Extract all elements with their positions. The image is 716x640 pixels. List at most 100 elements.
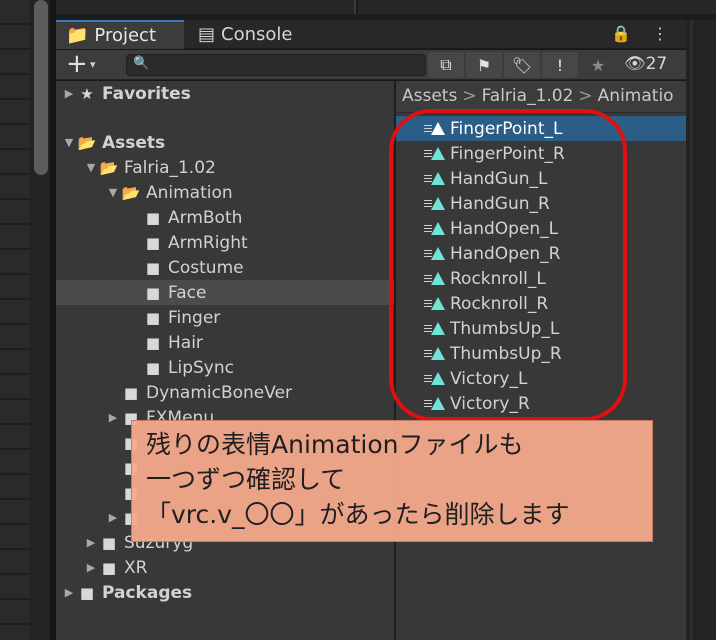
tab-project[interactable]: 📁 Project: [56, 20, 184, 49]
tab-project-label: Project: [94, 25, 157, 46]
animation-clip-icon: [424, 221, 450, 237]
file-item[interactable]: HandGun_L: [396, 166, 686, 191]
top-panel-strip: [56, 0, 716, 20]
tree-item[interactable]: ▶ ■ Packages: [56, 580, 394, 605]
tab-tools[interactable]: 🔒 ⋮: [611, 24, 676, 43]
breadcrumb-item[interactable]: Animatio: [598, 86, 674, 106]
file-item[interactable]: ThumbsUp_R: [396, 341, 686, 366]
left-panel-strip: [0, 0, 56, 640]
tab-bar: 📁 Project ▤ Console 🔒 ⋮: [56, 20, 686, 49]
tree-item[interactable]: ▶ ■ XR: [56, 555, 394, 580]
animation-clip-icon: [424, 321, 450, 337]
tree-item-label: Costume: [168, 257, 244, 278]
folder-icon: ■: [123, 383, 139, 402]
top-panel-segment: [56, 0, 356, 14]
tree-item[interactable]: ▼ 📂 Assets: [56, 130, 394, 155]
filter-by-log-button[interactable]: !: [542, 52, 578, 78]
file-item[interactable]: Victory_L: [396, 366, 686, 391]
left-panel-cells: [0, 0, 30, 640]
chevron-down-icon[interactable]: ▼: [62, 136, 76, 149]
favorite-star-button[interactable]: ★: [580, 52, 616, 78]
file-item[interactable]: FingerPoint_R: [396, 141, 686, 166]
folder-icon: 📂: [77, 133, 97, 152]
tree-item-label: Hair: [168, 332, 203, 353]
file-item-label: Victory_L: [450, 368, 528, 389]
tree-item[interactable]: ■ LipSync: [56, 355, 394, 380]
breadcrumb-item[interactable]: Falria_1.02: [482, 86, 574, 106]
chevron-down-icon[interactable]: ▾: [90, 58, 96, 71]
file-item[interactable]: Rocknroll_L: [396, 266, 686, 291]
animation-clip-icon-triangle: [431, 371, 445, 385]
chevron-right-icon[interactable]: ▶: [84, 536, 98, 549]
search-icon: 🔍: [133, 56, 150, 71]
breadcrumb-item[interactable]: Assets: [402, 86, 457, 106]
file-list-pane: Assets > Falria_1.02 > Animatio FingerPoint_…: [396, 81, 686, 640]
folder-icon: ■: [145, 333, 161, 352]
tree-item[interactable]: ■ Finger: [56, 305, 394, 330]
tree-item[interactable]: ▼ 📂 Falria_1.02: [56, 155, 394, 180]
tab-console[interactable]: ▤ Console: [188, 20, 302, 49]
right-panel-strip: [686, 20, 716, 640]
chevron-down-icon[interactable]: ▼: [84, 161, 98, 174]
animation-clip-icon-triangle: [431, 171, 445, 185]
chevron-right-icon[interactable]: ▶: [84, 561, 98, 574]
breadcrumb-separator: >: [578, 86, 593, 106]
annotation-box: 残りの表情Animationファイルも 一つずつ確認して 「vrc.v_〇〇」が…: [131, 420, 653, 542]
folder-icon: ■: [145, 208, 161, 227]
file-item[interactable]: Rocknroll_R: [396, 291, 686, 316]
breadcrumb: Assets > Falria_1.02 > Animatio: [396, 81, 686, 113]
file-item[interactable]: FingerPoint_L: [396, 116, 686, 141]
folder-tree: ▶ ★ Favorites ▼ 📂 Assets ▼ 📂 Falria_1.02 ▼ 📂 Animat…: [56, 81, 394, 640]
chevron-right-icon[interactable]: ▶: [106, 511, 120, 524]
animation-clip-icon: [424, 296, 450, 312]
animation-clip-icon: [424, 121, 450, 137]
animation-clip-icon-triangle: [431, 221, 445, 235]
tree-item[interactable]: ■ Costume: [56, 255, 394, 280]
hidden-packages-count[interactable]: 👁27: [624, 54, 667, 74]
tree-item-label: Face: [168, 282, 207, 303]
file-item-label: Rocknroll_R: [450, 293, 549, 314]
file-item[interactable]: HandOpen_R: [396, 241, 686, 266]
file-item[interactable]: HandGun_R: [396, 191, 686, 216]
tree-item[interactable]: ■ Face: [56, 280, 394, 305]
tree-item-label: Falria_1.02: [124, 157, 216, 178]
file-item-label: FingerPoint_R: [450, 143, 565, 164]
file-item-label: ThumbsUp_R: [450, 343, 562, 364]
file-item-label: FingerPoint_L: [450, 118, 563, 139]
tree-item[interactable]: ▶ ★ Favorites: [56, 81, 394, 106]
chevron-right-icon[interactable]: ▶: [106, 411, 120, 424]
tree-item[interactable]: ■ ArmBoth: [56, 205, 394, 230]
filter-by-label-button[interactable]: 🏷: [504, 52, 540, 78]
file-item[interactable]: ThumbsUp_L: [396, 316, 686, 341]
tree-item-label: ArmRight: [168, 232, 248, 253]
chevron-right-icon[interactable]: ▶: [62, 586, 76, 599]
tree-item-label: XR: [124, 557, 148, 578]
folder-icon: 📁: [66, 25, 89, 46]
file-item-label: Victory_R: [450, 393, 530, 414]
animation-clip-icon: [424, 346, 450, 362]
toolbar-filter-buttons: ⧉ ⚑ 🏷 ! ★: [428, 52, 616, 78]
tree-item[interactable]: ■ DynamicBoneVer: [56, 380, 394, 405]
add-button[interactable]: +: [66, 50, 88, 80]
left-scrollbar[interactable]: [34, 0, 48, 175]
folder-icon: ■: [145, 308, 161, 327]
filter-by-type-button[interactable]: ⚑: [466, 52, 502, 78]
tree-item-label: Favorites: [102, 83, 191, 104]
file-item[interactable]: Victory_R: [396, 391, 686, 416]
tab-console-label: Console: [221, 24, 293, 45]
chevron-down-icon[interactable]: ▼: [106, 186, 120, 199]
chevron-right-icon[interactable]: ▶: [62, 87, 76, 100]
folder-icon: ■: [145, 283, 161, 302]
search-input[interactable]: 🔍: [126, 54, 426, 76]
animation-clip-icon: [424, 271, 450, 287]
tree-item-label: Animation: [146, 182, 233, 203]
animation-clip-icon-triangle: [431, 196, 445, 210]
tree-item[interactable]: ■ Hair: [56, 330, 394, 355]
breadcrumb-separator: >: [462, 86, 477, 106]
tree-item[interactable]: ▼ 📂 Animation: [56, 180, 394, 205]
animation-clip-icon: [424, 246, 450, 262]
search-by-type-button[interactable]: ⧉: [428, 52, 464, 78]
tree-item[interactable]: ■ ArmRight: [56, 230, 394, 255]
tree-item-label: ArmBoth: [168, 207, 243, 228]
file-item[interactable]: HandOpen_L: [396, 216, 686, 241]
